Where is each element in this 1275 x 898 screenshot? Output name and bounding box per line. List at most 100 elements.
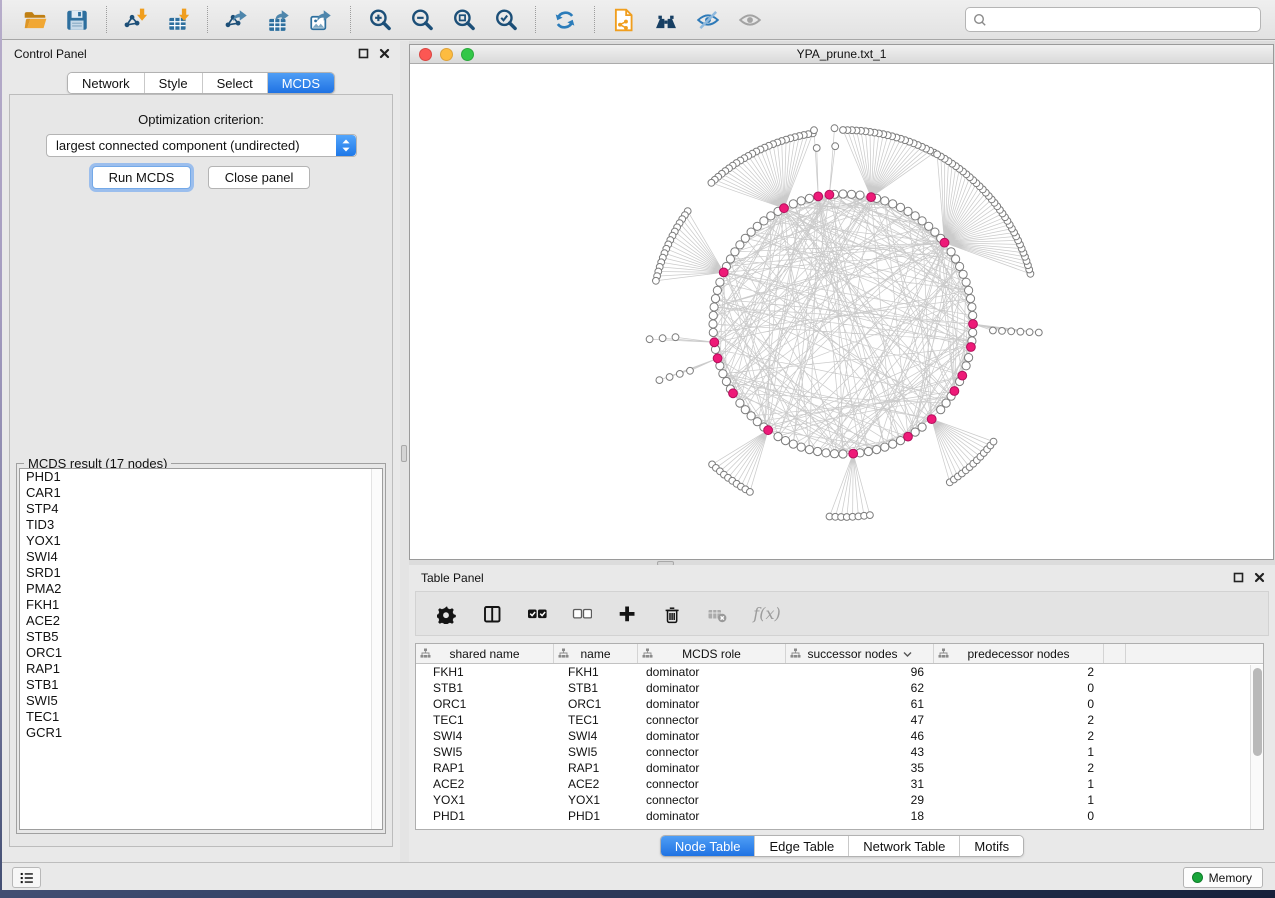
graph-node[interactable] bbox=[840, 127, 847, 134]
automation-panel-button[interactable] bbox=[12, 867, 41, 888]
graph-node[interactable] bbox=[956, 262, 964, 270]
graph-node[interactable] bbox=[814, 447, 822, 455]
result-list-item[interactable]: PMA2 bbox=[20, 581, 382, 597]
graph-hub-node[interactable] bbox=[940, 238, 949, 247]
graph-node[interactable] bbox=[789, 200, 797, 208]
scrollbar-thumb[interactable] bbox=[1253, 668, 1262, 756]
graph-hub-node[interactable] bbox=[814, 192, 823, 201]
deselect-all-rows-icon[interactable] bbox=[570, 602, 594, 626]
table-settings-icon[interactable] bbox=[435, 602, 459, 626]
graph-node[interactable] bbox=[726, 255, 734, 263]
graph-node[interactable] bbox=[805, 446, 813, 454]
graph-hub-node[interactable] bbox=[719, 268, 728, 277]
export-table-icon[interactable] bbox=[264, 5, 294, 35]
graph-node[interactable] bbox=[962, 278, 970, 286]
graph-node[interactable] bbox=[676, 371, 683, 378]
tab-edge-table[interactable]: Edge Table bbox=[755, 836, 849, 856]
graph-hub-node[interactable] bbox=[969, 320, 978, 329]
export-network-icon[interactable] bbox=[222, 5, 252, 35]
function-builder-icon[interactable]: f(x) bbox=[750, 602, 784, 626]
graph-hub-node[interactable] bbox=[867, 193, 876, 202]
result-list-item[interactable]: PHD1 bbox=[20, 469, 382, 485]
graph-node[interactable] bbox=[867, 512, 874, 519]
graph-hub-node[interactable] bbox=[958, 371, 967, 380]
network-window-titlebar[interactable]: YPA_prune.txt_1 bbox=[410, 45, 1273, 64]
table-row[interactable]: FKH1FKH1dominator962 bbox=[416, 664, 1263, 680]
table-row[interactable]: STB1STB1dominator620 bbox=[416, 680, 1263, 696]
graph-node[interactable] bbox=[710, 303, 718, 311]
mcds-result-list[interactable]: PHD1CAR1STP4TID3YOX1SWI4SRD1PMA2FKH1ACE2… bbox=[19, 468, 383, 830]
table-row[interactable]: TEC1TEC1connector472 bbox=[416, 712, 1263, 728]
graph-node[interactable] bbox=[881, 197, 889, 205]
window-close-icon[interactable] bbox=[419, 48, 432, 61]
graph-node[interactable] bbox=[831, 125, 838, 132]
zoom-selected-icon[interactable] bbox=[491, 5, 521, 35]
graph-hub-node[interactable] bbox=[950, 387, 959, 396]
delete-column-icon[interactable] bbox=[660, 602, 684, 626]
zoom-out-icon[interactable] bbox=[407, 5, 437, 35]
graph-node[interactable] bbox=[797, 197, 805, 205]
graph-node[interactable] bbox=[1008, 328, 1015, 335]
graph-node[interactable] bbox=[990, 438, 997, 445]
column-header-successor-nodes[interactable]: successor nodes bbox=[786, 644, 934, 663]
column-header-stub[interactable] bbox=[1104, 644, 1126, 663]
graph-node[interactable] bbox=[805, 194, 813, 202]
hide-graphics-details-icon[interactable] bbox=[693, 5, 723, 35]
graph-node[interactable] bbox=[990, 327, 997, 334]
network-canvas[interactable] bbox=[410, 64, 1273, 559]
graph-node[interactable] bbox=[774, 433, 782, 441]
result-list-item[interactable]: RAP1 bbox=[20, 661, 382, 677]
result-list-item[interactable]: SWI4 bbox=[20, 549, 382, 565]
result-list-item[interactable]: ORC1 bbox=[20, 645, 382, 661]
window-maximize-icon[interactable] bbox=[461, 48, 474, 61]
table-row[interactable]: SWI5SWI5connector431 bbox=[416, 744, 1263, 760]
save-session-icon[interactable] bbox=[62, 5, 92, 35]
graph-node[interactable] bbox=[747, 489, 754, 496]
graph-node[interactable] bbox=[659, 335, 666, 342]
graph-node[interactable] bbox=[832, 143, 839, 150]
graph-node[interactable] bbox=[952, 255, 960, 263]
column-header-name[interactable]: name bbox=[554, 644, 638, 663]
table-row[interactable]: RAP1RAP1dominator352 bbox=[416, 760, 1263, 776]
refresh-layout-icon[interactable] bbox=[550, 5, 580, 35]
graph-node[interactable] bbox=[722, 377, 730, 385]
show-graphics-details-icon[interactable] bbox=[735, 5, 765, 35]
graph-hub-node[interactable] bbox=[927, 415, 936, 424]
graph-node[interactable] bbox=[839, 190, 847, 198]
graph-hub-node[interactable] bbox=[780, 204, 789, 213]
result-list-item[interactable]: SRD1 bbox=[20, 565, 382, 581]
graph-node[interactable] bbox=[789, 440, 797, 448]
share-document-icon[interactable] bbox=[609, 5, 639, 35]
graph-node[interactable] bbox=[965, 286, 973, 294]
graph-node[interactable] bbox=[708, 179, 715, 186]
zoom-in-icon[interactable] bbox=[365, 5, 395, 35]
graph-node[interactable] bbox=[881, 443, 889, 451]
select-all-rows-icon[interactable] bbox=[525, 602, 549, 626]
graph-node[interactable] bbox=[687, 367, 694, 374]
graph-node[interactable] bbox=[864, 447, 872, 455]
graph-hub-node[interactable] bbox=[967, 343, 976, 352]
tab-network-table[interactable]: Network Table bbox=[849, 836, 960, 856]
graph-node[interactable] bbox=[709, 320, 717, 328]
graph-node[interactable] bbox=[969, 328, 977, 336]
table-row[interactable]: ORC1ORC1dominator610 bbox=[416, 696, 1263, 712]
graph-hub-node[interactable] bbox=[713, 354, 722, 363]
graph-node[interactable] bbox=[934, 151, 941, 158]
column-header-shared-name[interactable]: shared name bbox=[416, 644, 554, 663]
float-panel-icon[interactable] bbox=[358, 48, 369, 59]
run-mcds-button[interactable]: Run MCDS bbox=[92, 166, 192, 189]
result-list-scrollbar[interactable] bbox=[371, 469, 382, 829]
result-list-item[interactable]: STB5 bbox=[20, 629, 382, 645]
result-list-item[interactable]: TID3 bbox=[20, 517, 382, 533]
close-panel-button[interactable]: Close panel bbox=[208, 166, 311, 189]
table-row[interactable]: PHD1PHD1dominator180 bbox=[416, 808, 1263, 824]
tab-node-table[interactable]: Node Table bbox=[661, 836, 756, 856]
result-list-item[interactable]: TEC1 bbox=[20, 709, 382, 725]
close-panel-icon[interactable] bbox=[379, 48, 390, 59]
graph-hub-node[interactable] bbox=[849, 449, 858, 458]
graph-node[interactable] bbox=[781, 437, 789, 445]
graph-node[interactable] bbox=[716, 278, 724, 286]
tab-mcds[interactable]: MCDS bbox=[268, 73, 334, 93]
show-column-icon[interactable] bbox=[480, 602, 504, 626]
graph-node[interactable] bbox=[839, 450, 847, 458]
